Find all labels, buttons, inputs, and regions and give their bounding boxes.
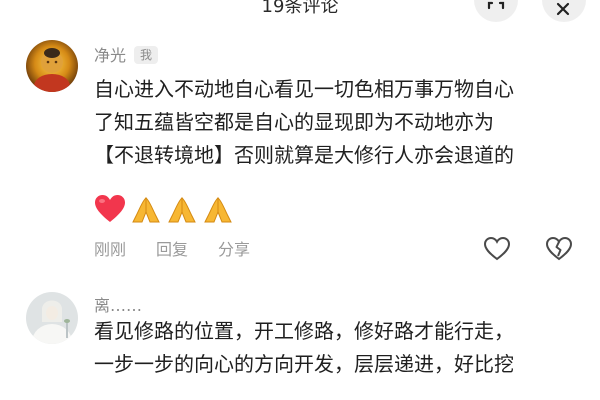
folded-hands-icon [168, 197, 196, 223]
comment-timestamp: 刚刚 [94, 240, 127, 259]
comment-text: 看见修路的位置，开工修路，修好路才能行走， 一步一步的向心的方向开发，层层递进，… [94, 315, 584, 381]
comment-item: 净光我 自心进入不动地自心看见一切色相万事万物自心 了知五蕴皆空都是自心的显现即… [0, 30, 600, 280]
like-button[interactable] [483, 236, 511, 262]
avatar[interactable] [26, 40, 78, 92]
reply-button[interactable]: 回复 [156, 236, 188, 260]
share-button[interactable]: 分享 [218, 236, 250, 260]
dislike-button[interactable] [545, 236, 573, 262]
red-heart-icon [95, 195, 125, 222]
comment-item: 离…… 看见修路的位置，开工修路，修好路才能行走， 一步一步的向心的方向开发，层… [0, 282, 600, 400]
folded-hands-icon [204, 197, 232, 223]
comments-header: 19条评论 [0, 0, 600, 26]
comment-line: 自心进入不动地自心看见一切色相万事万物自心 [94, 77, 514, 101]
close-icon [556, 2, 570, 16]
broken-heart-outline-icon [545, 236, 573, 261]
comment-actions: 刚刚 回复 分享 [94, 236, 250, 260]
folded-hands-icon [132, 197, 160, 223]
username-label: 净光 [94, 46, 127, 65]
buddha-avatar [26, 40, 78, 92]
comment-text: 自心进入不动地自心看见一切色相万事万物自心 了知五蕴皆空都是自心的显现即为不动地… [94, 73, 584, 172]
white-guanyin-avatar [26, 292, 78, 344]
emoji-row [94, 194, 234, 226]
close-button[interactable] [542, 0, 586, 22]
expand-icon [487, 1, 505, 10]
heart-outline-icon [483, 236, 511, 261]
username[interactable]: 净光我 [94, 42, 159, 66]
comment-line: 一步一步的向心的方向开发，层层递进，好比挖 [94, 352, 514, 376]
comment-line: 了知五蕴皆空都是自心的显现即为不动地亦为 [94, 110, 494, 134]
username-label: 离…… [94, 296, 143, 315]
avatar[interactable] [26, 292, 78, 344]
comment-line: 看见修路的位置，开工修路，修好路才能行走， [94, 319, 514, 343]
comment-line: 【不退转境地】否则就算是大修行人亦会退道的 [94, 143, 514, 167]
expand-button[interactable] [474, 0, 518, 22]
username[interactable]: 离…… [94, 292, 142, 316]
me-badge: 我 [134, 46, 159, 64]
